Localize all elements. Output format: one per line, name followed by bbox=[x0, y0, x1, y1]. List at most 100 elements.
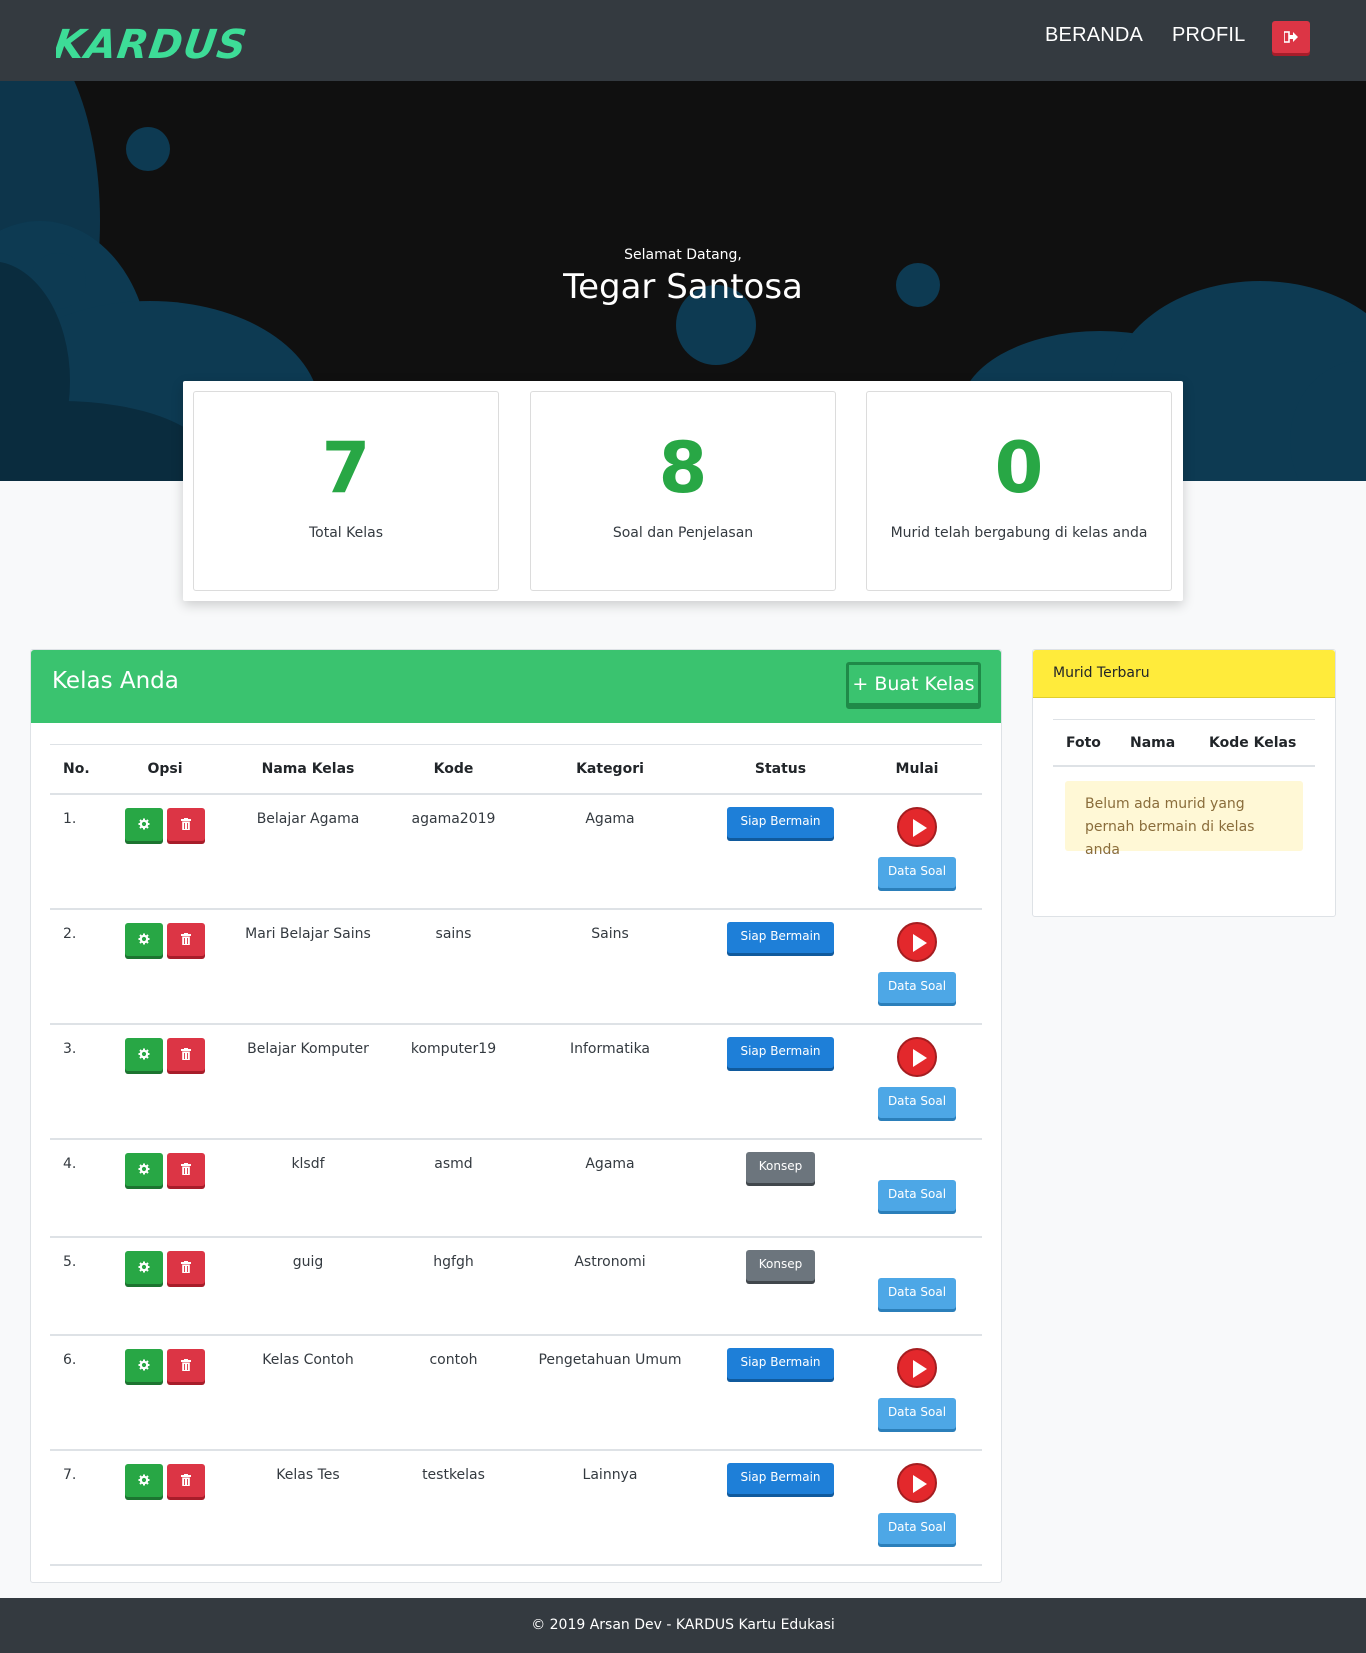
kardus-logo[interactable]: KARDUS! bbox=[56, 14, 246, 66]
cell-nama-kelas: klsdf bbox=[220, 1138, 396, 1238]
data-soal-button[interactable]: Data Soal bbox=[878, 856, 956, 888]
status-badge[interactable]: Siap Bermain bbox=[727, 921, 834, 953]
cell-mulai: Data Soal bbox=[852, 1023, 982, 1140]
cell-kode: asmd bbox=[396, 1138, 511, 1238]
cell-nama-kelas: Kelas Tes bbox=[220, 1449, 396, 1566]
recent-students-header: Murid Terbaru bbox=[1033, 650, 1335, 698]
cell-status: Siap Bermain bbox=[709, 793, 852, 910]
play-icon[interactable] bbox=[897, 1347, 937, 1388]
stat-label: Soal dan Penjelasan bbox=[612, 525, 754, 541]
edit-class-button[interactable] bbox=[125, 1463, 163, 1497]
edit-class-button[interactable] bbox=[125, 1037, 163, 1071]
cell-opsi bbox=[110, 1449, 220, 1566]
status-badge[interactable]: Konsep bbox=[745, 1249, 816, 1281]
edit-class-button[interactable] bbox=[125, 1250, 163, 1284]
data-soal-button[interactable]: Data Soal bbox=[878, 971, 956, 1003]
table-row: 7. Kelas Tes testkelas Lainnya Siap Bermain D… bbox=[50, 1449, 982, 1566]
edit-class-button[interactable] bbox=[125, 1348, 163, 1382]
cell-no: 6. bbox=[50, 1334, 110, 1451]
cell-kode: testkelas bbox=[396, 1449, 511, 1566]
table-row: 6. Kelas Contoh contoh Pengetahuan Umum Siap… bbox=[50, 1334, 982, 1451]
cell-kode: hgfgh bbox=[396, 1236, 511, 1336]
class-card-header: Kelas Anda + Buat Kelas bbox=[31, 650, 1001, 723]
cell-opsi bbox=[110, 908, 220, 1025]
col-header-kategori: Kategori bbox=[511, 744, 709, 795]
edit-class-button[interactable] bbox=[125, 807, 163, 841]
cell-kode: agama2019 bbox=[396, 793, 511, 910]
cell-kategori: Lainnya bbox=[511, 1449, 709, 1566]
class-card: Kelas Anda + Buat Kelas No. Opsi Nama Ke… bbox=[30, 649, 1002, 1583]
status-badge[interactable]: Siap Bermain bbox=[727, 1347, 834, 1379]
cell-mulai: Data Soal bbox=[852, 908, 982, 1025]
cell-nama-kelas: Belajar Komputer bbox=[220, 1023, 396, 1140]
data-soal-button[interactable]: Data Soal bbox=[878, 1512, 956, 1544]
data-soal-button[interactable]: Data Soal bbox=[878, 1397, 956, 1429]
stat-value: 0 bbox=[994, 427, 1044, 509]
sign-out-icon bbox=[1284, 31, 1298, 43]
create-class-button[interactable]: + Buat Kelas bbox=[846, 662, 981, 709]
empty-students-alert: Belum ada murid yang pernah bermain di k… bbox=[1065, 781, 1303, 858]
cell-no: 1. bbox=[50, 793, 110, 910]
stat-value: 7 bbox=[321, 427, 371, 509]
logout-button[interactable] bbox=[1272, 21, 1310, 53]
col-header-nama-kelas: Nama Kelas bbox=[220, 744, 396, 795]
play-icon[interactable] bbox=[897, 1036, 937, 1077]
play-icon[interactable] bbox=[897, 1462, 937, 1503]
gear-icon bbox=[138, 1261, 150, 1273]
status-badge[interactable]: Siap Bermain bbox=[727, 806, 834, 838]
gear-icon bbox=[138, 1048, 150, 1060]
edit-class-button[interactable] bbox=[125, 1152, 163, 1186]
delete-class-button[interactable] bbox=[167, 807, 205, 841]
cell-mulai: Data Soal bbox=[852, 1449, 982, 1566]
data-soal-button[interactable]: Data Soal bbox=[878, 1277, 956, 1309]
nav-beranda[interactable]: BERANDA bbox=[1045, 24, 1143, 47]
greeting-text: Selamat Datang, bbox=[624, 247, 742, 263]
trash-icon bbox=[181, 1359, 191, 1371]
gear-icon bbox=[138, 933, 150, 945]
recent-students-card: Murid Terbaru Foto Nama Kode Kelas Belum… bbox=[1032, 649, 1336, 917]
user-name: Tegar Santosa bbox=[563, 267, 803, 307]
cell-no: 7. bbox=[50, 1449, 110, 1566]
delete-class-button[interactable] bbox=[167, 1152, 205, 1186]
stat-label: Murid telah bergabung di kelas anda bbox=[890, 525, 1148, 541]
cell-status: Siap Bermain bbox=[709, 1449, 852, 1566]
recent-students-title: Murid Terbaru bbox=[1053, 665, 1150, 681]
cell-mulai: Data Soal bbox=[852, 793, 982, 910]
delete-class-button[interactable] bbox=[167, 1348, 205, 1382]
cell-kode: contoh bbox=[396, 1334, 511, 1451]
trash-icon bbox=[181, 1474, 191, 1486]
cell-kode: komputer19 bbox=[396, 1023, 511, 1140]
cell-opsi bbox=[110, 1236, 220, 1336]
data-soal-button[interactable]: Data Soal bbox=[878, 1179, 956, 1211]
nav-profil[interactable]: PROFIL bbox=[1172, 24, 1245, 47]
table-row: 2. Mari Belajar Sains sains Sains Siap Berma… bbox=[50, 908, 982, 1025]
cell-kode: sains bbox=[396, 908, 511, 1025]
status-badge[interactable]: Konsep bbox=[745, 1151, 816, 1183]
play-icon[interactable] bbox=[897, 921, 937, 962]
cell-status: Konsep bbox=[709, 1236, 852, 1336]
gear-icon bbox=[138, 1474, 150, 1486]
cell-nama-kelas: Mari Belajar Sains bbox=[220, 908, 396, 1025]
delete-class-button[interactable] bbox=[167, 1463, 205, 1497]
cell-no: 2. bbox=[50, 908, 110, 1025]
cell-status: Siap Bermain bbox=[709, 1334, 852, 1451]
data-soal-button[interactable]: Data Soal bbox=[878, 1086, 956, 1118]
col-header-foto: Foto bbox=[1066, 735, 1101, 751]
edit-class-button[interactable] bbox=[125, 922, 163, 956]
cell-status: Konsep bbox=[709, 1138, 852, 1238]
trash-icon bbox=[181, 1048, 191, 1060]
footer: © 2019 Arsan Dev - KARDUS Kartu Edukasi bbox=[0, 1598, 1366, 1653]
status-badge[interactable]: Siap Bermain bbox=[727, 1036, 834, 1068]
class-card-title: Kelas Anda bbox=[52, 668, 179, 694]
delete-class-button[interactable] bbox=[167, 1037, 205, 1071]
cell-kategori: Astronomi bbox=[511, 1236, 709, 1336]
trash-icon bbox=[181, 1261, 191, 1273]
navbar: KARDUS! BERANDA PROFIL bbox=[0, 0, 1366, 81]
play-icon[interactable] bbox=[897, 806, 937, 847]
cell-no: 5. bbox=[50, 1236, 110, 1336]
delete-class-button[interactable] bbox=[167, 1250, 205, 1284]
delete-class-button[interactable] bbox=[167, 922, 205, 956]
stats-panel: 7 Total Kelas 8 Soal dan Penjelasan 0 Mu… bbox=[183, 381, 1183, 601]
cell-opsi bbox=[110, 1334, 220, 1451]
status-badge[interactable]: Siap Bermain bbox=[727, 1462, 834, 1494]
